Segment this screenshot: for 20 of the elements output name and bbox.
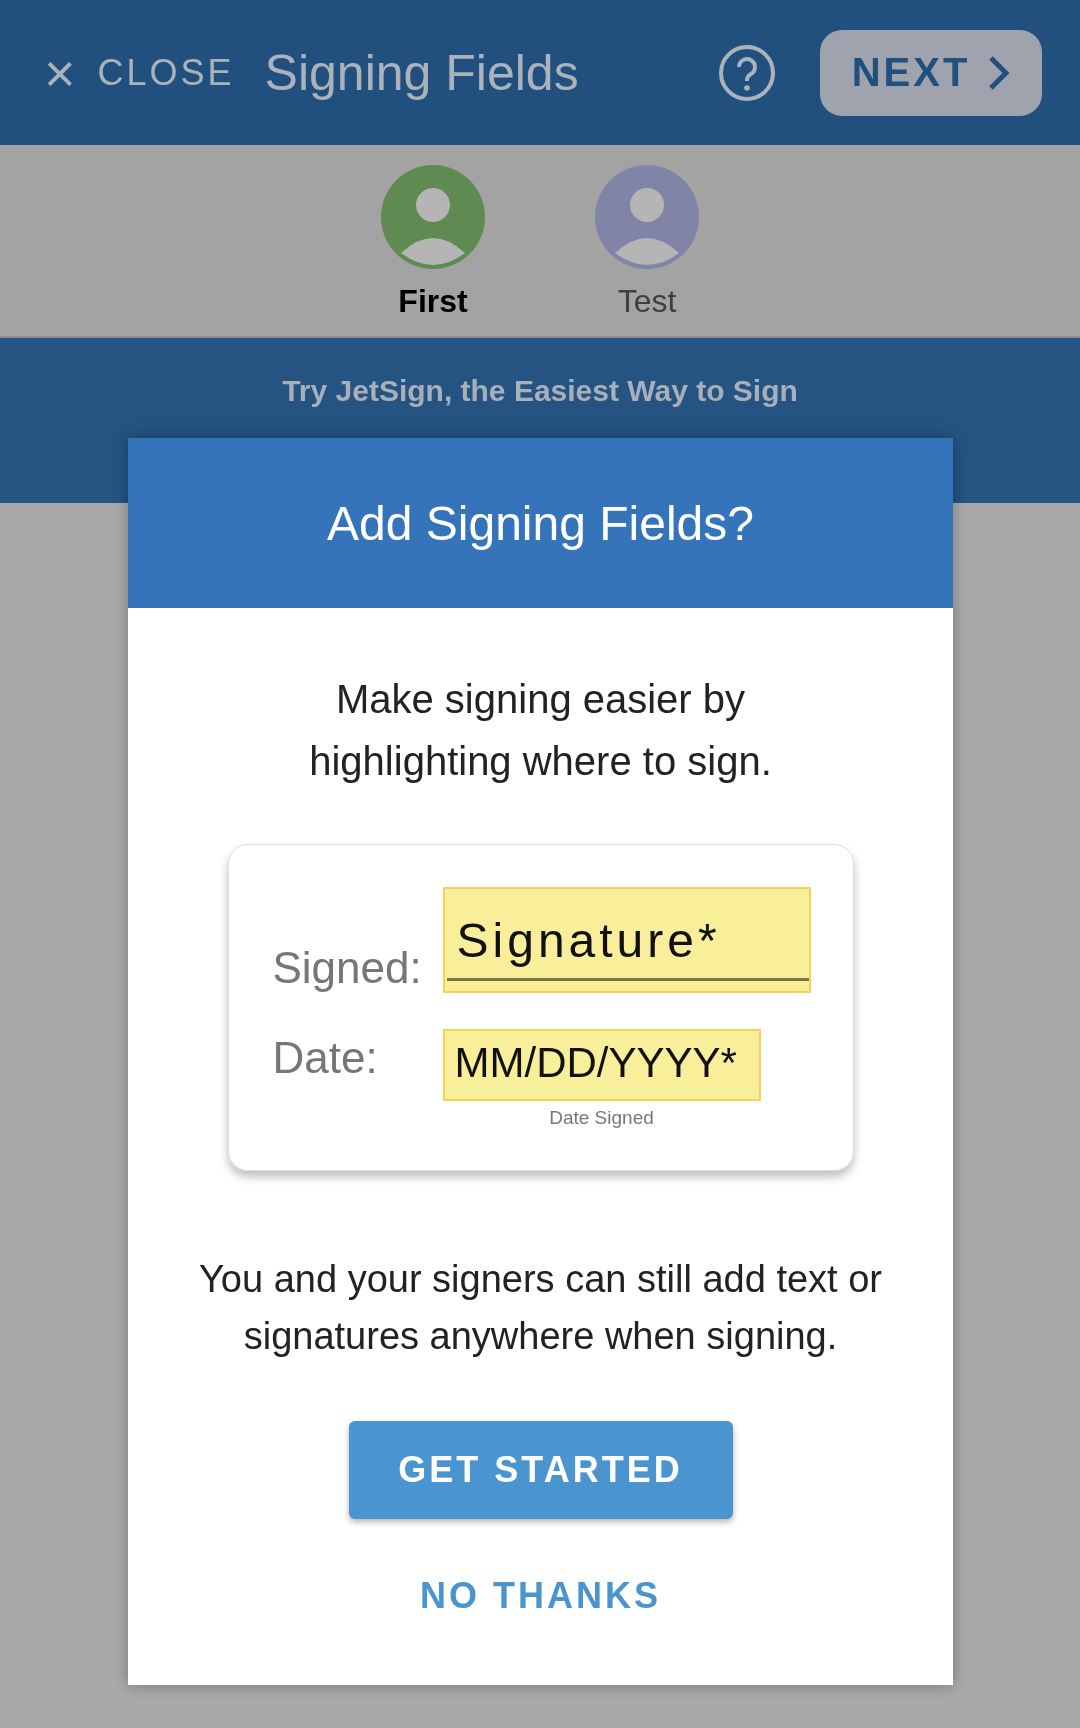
signature-field: Signature* [442, 887, 811, 993]
intro-text: Make signing easier by highlighting where to sign. [308, 676, 773, 785]
help-icon[interactable] [718, 43, 776, 102]
note-text: You and your signers can still add text or signatures anywhere when signing. [198, 1257, 883, 1359]
close-button[interactable]: × CLOSE [44, 45, 235, 100]
no-thanks-button[interactable]: NO THANKS [412, 1571, 669, 1621]
page-title: Signing Fields [264, 43, 580, 102]
dialog-title: Add Signing Fields? [327, 495, 754, 551]
date-label: Date: [272, 1033, 379, 1083]
signed-label: Signed: [272, 943, 423, 993]
signer-name: First [398, 283, 468, 320]
person-avatar-icon[interactable] [381, 165, 485, 269]
chevron-right-icon [988, 54, 1011, 91]
date-field: MM/DD/YYYY* [442, 1029, 761, 1101]
get-started-button[interactable]: GET STARTED [348, 1421, 733, 1519]
next-button[interactable]: NEXT [820, 29, 1042, 116]
banner-text: Try JetSign, the Easiest Way to Sign [282, 374, 798, 409]
date-caption: Date Signed [549, 1107, 654, 1129]
signer-name: Test [617, 283, 677, 320]
person-avatar-icon[interactable] [595, 165, 699, 269]
